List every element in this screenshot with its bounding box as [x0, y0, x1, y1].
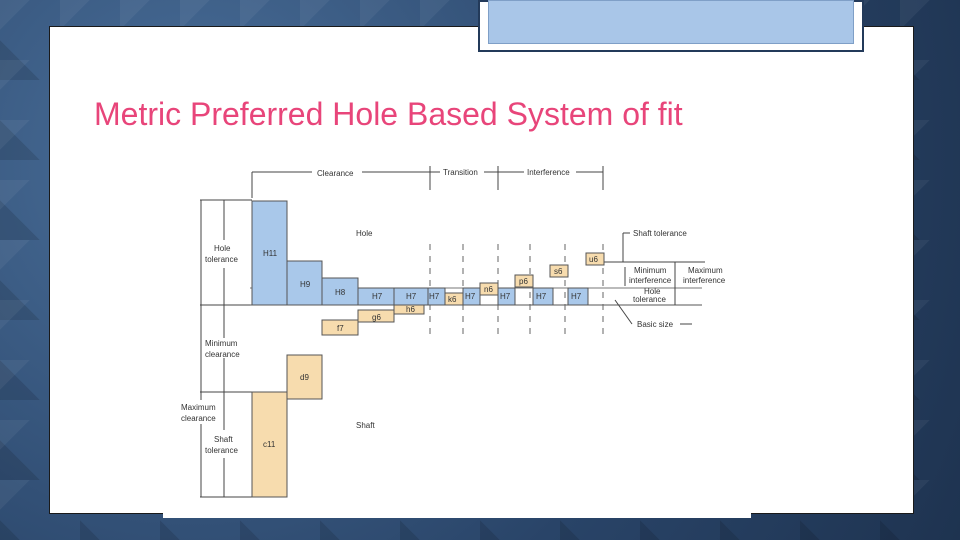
minimum-clearance-label: clearance: [205, 350, 240, 359]
fit-diagram: H11 H9 H8 H7 H7 H7 H7 H7 H7 H7 c11 d9 f7…: [181, 166, 726, 498]
shaft-label: Shaft: [356, 421, 375, 430]
hole-label: Hole: [356, 229, 373, 238]
maximum-clearance-label: clearance: [181, 414, 216, 423]
grade-label: s6: [554, 267, 563, 276]
minimum-interference-label: Minimum: [634, 266, 667, 275]
annot-line: [614, 299, 633, 325]
grade-label: H11: [263, 249, 278, 258]
hole-tolerance-right-label: tolerance: [633, 295, 666, 304]
hole-tolerance-label: tolerance: [205, 255, 238, 264]
maximum-interference-label: Maximum: [688, 266, 723, 275]
grade-label: h6: [406, 305, 415, 314]
basic-size-label: Basic size: [637, 320, 674, 329]
grade-label: H7: [429, 292, 440, 301]
grade-label: k6: [448, 295, 457, 304]
minimum-clearance-label: Minimum: [205, 339, 238, 348]
minimum-interference-label: interference: [629, 276, 672, 285]
grade-label: H7: [406, 292, 417, 301]
grade-label: u6: [589, 255, 598, 264]
maximum-clearance-label: Maximum: [181, 403, 216, 412]
shaft-tolerance-right-label: Shaft tolerance: [633, 229, 687, 238]
grade-label: H8: [335, 288, 346, 297]
grade-label: n6: [484, 285, 493, 294]
grade-label: c11: [263, 440, 276, 449]
maximum-interference-label: interference: [683, 276, 726, 285]
grade-label: H7: [536, 292, 547, 301]
grade-label: d9: [300, 373, 309, 382]
grade-label: p6: [519, 277, 528, 286]
transition-label: Transition: [443, 168, 478, 177]
hole-tolerance-label: Hole: [214, 244, 231, 253]
shaft-tolerance-label: tolerance: [205, 446, 238, 455]
grade-label: H7: [465, 292, 476, 301]
grade-label: g6: [372, 313, 381, 322]
grade-label: H9: [300, 280, 311, 289]
grade-label: H7: [500, 292, 511, 301]
grade-label: H7: [571, 292, 582, 301]
grade-label: H7: [372, 292, 383, 301]
interference-label: Interference: [527, 168, 570, 177]
shaft-tolerance-label: Shaft: [214, 435, 233, 444]
clearance-label: Clearance: [317, 169, 354, 178]
grade-label: f7: [337, 324, 344, 333]
